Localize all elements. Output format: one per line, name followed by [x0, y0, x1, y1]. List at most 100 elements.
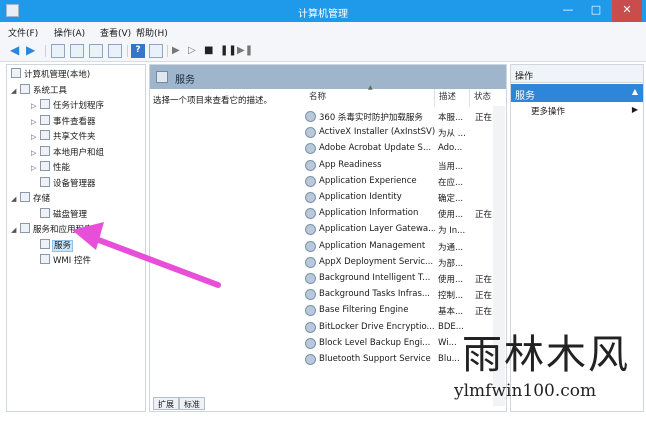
export-list-icon[interactable]	[108, 44, 122, 58]
service-gear-icon	[305, 273, 316, 284]
expand-arrow-icon[interactable]: ◢	[11, 226, 20, 234]
forward-icon[interactable]: ▶	[26, 44, 40, 58]
service-row[interactable]: Application Management 为通...	[305, 239, 505, 255]
expand-arrow-icon[interactable]: ◢	[11, 195, 20, 203]
tree-item-wmi-control[interactable]: WMI 控件	[40, 254, 91, 269]
help-icon[interactable]: ?	[131, 44, 145, 58]
services-header: 服务	[150, 65, 506, 89]
show-hide-tree-icon[interactable]	[70, 44, 84, 58]
sort-ascending-icon: ▲	[368, 84, 373, 91]
menu-view[interactable]: 查看(V)	[100, 26, 131, 39]
submenu-arrow-icon[interactable]: ▶	[632, 105, 638, 114]
service-name: BitLocker Drive Encryptio...	[319, 321, 435, 332]
service-name: Base Filtering Engine	[319, 305, 409, 316]
service-gear-icon	[305, 321, 316, 333]
service-gear-icon	[305, 159, 316, 171]
tree-item-services[interactable]: 服务	[40, 239, 74, 254]
service-name: Bluetooth Support Service	[319, 354, 431, 364]
tree-item-performance[interactable]: ▷ 性能	[31, 161, 70, 176]
tree-item-event-viewer[interactable]: ▷ 事件查看器	[31, 115, 96, 130]
toolbar-separator	[167, 45, 168, 57]
toolbar-separator	[45, 45, 46, 57]
service-row[interactable]: Application Layer Gatewa... 为 In...	[305, 222, 505, 238]
service-row[interactable]: App Readiness 当用...	[305, 158, 505, 174]
refresh-icon[interactable]	[89, 44, 103, 58]
service-gear-icon	[305, 208, 316, 220]
tree-item-disk-management[interactable]: 磁盘管理	[40, 208, 87, 223]
up-folder-icon[interactable]	[51, 44, 65, 58]
menu-bar: 文件(F) 操作(A) 查看(V) 帮助(H)	[0, 22, 646, 40]
service-row[interactable]: Application Information使用...正在...	[305, 206, 505, 222]
tree-item-label: 存储	[33, 194, 51, 204]
service-gear-icon	[305, 337, 316, 349]
column-header-description[interactable]: 描述	[439, 90, 456, 106]
properties-icon[interactable]	[149, 44, 163, 58]
service-name: Application Identity	[319, 192, 402, 202]
column-header-name[interactable]: 名称	[309, 90, 326, 106]
service-name: Adobe Acrobat Update S...	[319, 143, 432, 154]
service-row[interactable]: Adobe Acrobat Update S... Ado...	[305, 141, 505, 157]
tree-item-task-scheduler[interactable]: ▷ 任务计划程序	[31, 99, 104, 114]
back-icon[interactable]: ◀	[10, 44, 24, 58]
service-gear-icon	[305, 289, 316, 301]
minimize-button[interactable]: —	[554, 0, 582, 22]
tree-item-label: 系统工具	[33, 86, 68, 96]
service-row[interactable]: AppX Deployment Servic... 为部...	[305, 255, 505, 271]
start-service-alt-icon[interactable]: ▷	[188, 44, 202, 58]
maximize-button[interactable]: □	[582, 0, 610, 22]
expand-arrow-icon[interactable]: ▷	[31, 133, 40, 141]
service-name: Application Experience	[319, 175, 417, 186]
service-name: Application Management	[319, 240, 426, 251]
tree-item-label: 事件查看器	[53, 117, 96, 127]
watermark: 雨林木风 ylmfwin100.com	[454, 331, 642, 411]
tree-item-shared-folders[interactable]: ▷ 共享文件夹	[31, 130, 96, 145]
toolbar: ◀ ▶ ? ▶ ▷ ■ ❚❚ ▶❚	[0, 40, 646, 62]
service-name: Application Information	[319, 208, 419, 219]
column-divider[interactable]	[469, 89, 470, 107]
expand-arrow-icon[interactable]: ▷	[31, 102, 40, 110]
expand-arrow-icon[interactable]: ▷	[31, 118, 40, 126]
service-gear-icon	[305, 256, 316, 268]
title-bar: 计算机管理 — □ ✕	[0, 0, 646, 22]
tree-item-services-applications[interactable]: ◢ 服务和应用程序	[11, 223, 93, 238]
service-row[interactable]: Application Identity 确定...	[305, 190, 505, 206]
description-text: 选择一个项目来查看它的描述。	[153, 96, 273, 106]
tree-item-device-manager[interactable]: 设备管理器	[40, 177, 96, 192]
tree-item-system-tools[interactable]: ◢ 系统工具	[11, 84, 67, 99]
column-header-status[interactable]: 状态	[474, 90, 491, 106]
tree-item-label: 性能	[53, 163, 71, 173]
tree-item-local-users-groups[interactable]: ▷ 本地用户和组	[31, 146, 104, 161]
menu-action[interactable]: 操作(A)	[54, 26, 85, 39]
start-service-icon[interactable]: ▶	[172, 44, 186, 58]
service-row[interactable]: Background Tasks Infras...控制...正在...	[305, 287, 505, 303]
column-divider[interactable]	[434, 89, 435, 107]
service-row[interactable]: Base Filtering Engine基本...正在...	[305, 303, 505, 319]
close-button[interactable]: ✕	[612, 0, 642, 22]
menu-help[interactable]: 帮助(H)	[136, 26, 168, 39]
service-gear-icon	[305, 111, 316, 122]
collapse-icon[interactable]: ▲	[632, 87, 638, 96]
service-gear-icon	[305, 192, 316, 203]
tree-item-computer-management[interactable]: 计算机管理(本地)	[11, 68, 90, 83]
service-row[interactable]: ActiveX Installer (AxInstSV) 为从 ...	[305, 125, 505, 141]
expand-arrow-icon[interactable]: ◢	[11, 87, 20, 95]
more-actions-item[interactable]: 更多操作	[531, 105, 565, 117]
service-description: 本服...	[438, 113, 464, 123]
expand-arrow-icon[interactable]: ▷	[31, 164, 40, 172]
service-description: 使用...	[438, 275, 464, 285]
disk-icon	[40, 208, 50, 218]
pause-service-icon[interactable]: ❚❚	[220, 44, 237, 58]
restart-service-icon[interactable]: ▶❚	[237, 44, 253, 58]
tab-extended[interactable]: 扩展	[153, 397, 179, 410]
stop-service-icon[interactable]: ■	[204, 44, 218, 58]
expand-arrow-icon[interactable]: ▷	[31, 149, 40, 157]
service-description: Ado...	[438, 143, 463, 154]
service-row[interactable]: Application Experience 在应...	[305, 174, 505, 190]
service-gear-icon	[305, 175, 316, 187]
tab-standard[interactable]: 标准	[179, 397, 205, 410]
tree-item-storage[interactable]: ◢ 存储	[11, 192, 50, 207]
actions-section-services[interactable]: 服务 ▲	[511, 84, 643, 102]
menu-file[interactable]: 文件(F)	[8, 26, 38, 39]
service-row[interactable]: 360 杀毒实时防护加载服务本服...正在...	[305, 109, 505, 125]
service-row[interactable]: Background Intelligent T...使用...正在...	[305, 271, 505, 287]
